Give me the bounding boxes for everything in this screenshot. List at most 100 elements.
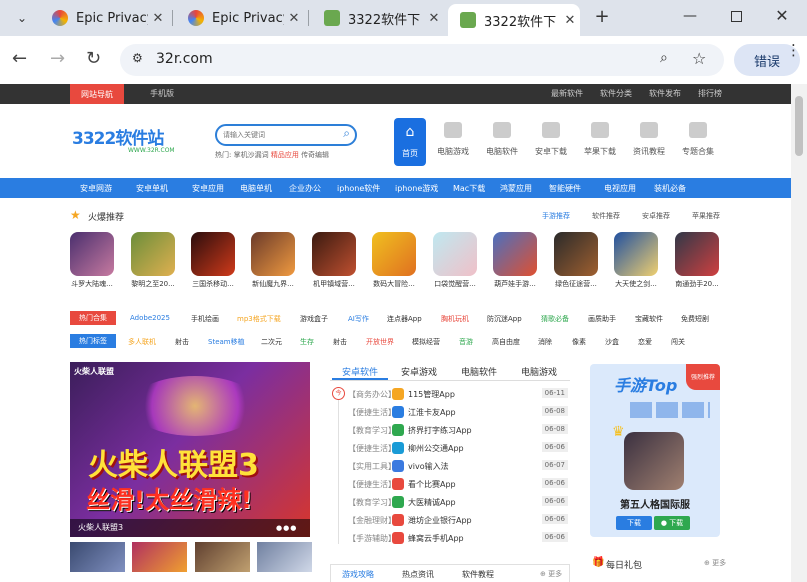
list-tab-pc-games[interactable]: 电脑游戏 xyxy=(521,365,557,378)
cat-link[interactable]: 企业办公 xyxy=(289,183,321,194)
bookmark-star-icon[interactable]: ☆ xyxy=(692,49,706,68)
app-item[interactable]: 大天使之剑... xyxy=(613,232,659,289)
hot-term[interactable]: 精品应用 xyxy=(271,151,299,159)
gift-more-link[interactable]: ⊕ 更多 xyxy=(704,558,726,568)
site-nav-tag[interactable]: 网站导航 xyxy=(70,84,124,104)
tag-link[interactable]: 开放世界 xyxy=(366,337,394,347)
android-download-button[interactable]: ● 下载 xyxy=(654,516,690,530)
menu-icon[interactable]: ⋮ xyxy=(786,43,801,58)
tag-link[interactable]: 消除 xyxy=(538,337,552,347)
forward-button[interactable]: → xyxy=(50,48,65,69)
hot-tab-android[interactable]: 安卓推荐 xyxy=(642,211,670,221)
hot-tab-apple[interactable]: 苹果推荐 xyxy=(692,211,720,221)
tag-link[interactable]: 宝藏软件 xyxy=(635,314,663,324)
cat-link[interactable]: 鸿蒙应用 xyxy=(500,183,532,194)
close-icon[interactable]: ✕ xyxy=(148,11,168,26)
scrollbar-thumb[interactable] xyxy=(795,96,803,156)
app-item[interactable]: 数码大冒险... xyxy=(371,232,417,289)
tag-link[interactable]: 闯关 xyxy=(671,337,685,347)
app-item[interactable]: 黎明之至20... xyxy=(130,232,176,289)
more-link[interactable]: ⊕ 更多 xyxy=(540,569,562,579)
nav-topics[interactable]: 专题合集 xyxy=(676,118,720,157)
close-icon[interactable]: ✕ xyxy=(284,11,304,26)
mobile-link[interactable]: 手机版 xyxy=(150,88,174,99)
list-item[interactable]: 【教育学习】 挤界打字练习App 06-08 xyxy=(330,422,570,440)
nav-home[interactable]: ⌂ 首页 xyxy=(394,118,426,166)
cat-link[interactable]: 智能硬件 xyxy=(549,183,581,194)
list-item[interactable]: 【商务办公】 115管理App 06-11 xyxy=(330,386,570,404)
list-item[interactable]: 【手游辅助】 蜂窝云手机App 06-06 xyxy=(330,530,570,548)
cat-link[interactable]: 电视应用 xyxy=(604,183,636,194)
banner-thumb[interactable] xyxy=(257,542,312,572)
top-link-rank[interactable]: 排行榜 xyxy=(698,88,722,99)
list-tab-android-software[interactable]: 安卓软件 xyxy=(342,365,378,378)
tag-link[interactable]: 连点器App xyxy=(387,314,422,324)
address-bar[interactable]: ⚙ 32r.com ⌕ ☆ xyxy=(120,44,724,76)
banner-thumb[interactable] xyxy=(70,542,125,572)
tag-link[interactable]: 音游 xyxy=(459,337,473,347)
minimize-button[interactable]: — xyxy=(680,8,700,28)
page-scrollbar[interactable] xyxy=(791,84,807,582)
tab-software-tutorials[interactable]: 软件教程 xyxy=(462,569,494,580)
tag-link[interactable]: 像素 xyxy=(572,337,586,347)
tag-link[interactable]: 沙盒 xyxy=(605,337,619,347)
tag-link[interactable]: 二次元 xyxy=(261,337,282,347)
new-tab-button[interactable]: + xyxy=(592,6,612,30)
app-item[interactable]: 机甲镇域营... xyxy=(311,232,357,289)
cat-link[interactable]: 安卓单机 xyxy=(136,183,168,194)
tab-game-guides[interactable]: 游戏攻略 xyxy=(342,569,374,580)
cat-link[interactable]: 电脑单机 xyxy=(240,183,272,194)
tag-link[interactable]: 模拟经营 xyxy=(412,337,440,347)
tag-link[interactable]: 胸机玩机 xyxy=(441,314,469,324)
cat-link[interactable]: 安卓网游 xyxy=(80,183,112,194)
top-link-category[interactable]: 软件分类 xyxy=(600,88,632,99)
nav-pc-games[interactable]: 电脑游戏 xyxy=(431,118,475,157)
tab-hot-news[interactable]: 热点资讯 xyxy=(402,569,434,580)
list-item[interactable]: 【实用工具】 vivo输入法 06-07 xyxy=(330,458,570,476)
site-info-icon[interactable]: ⚙ xyxy=(132,51,143,65)
game-name[interactable]: 第五人格国际服 xyxy=(590,496,720,511)
list-item[interactable]: 【便捷生活】 看个比赛App 06-06 xyxy=(330,476,570,494)
ios-download-button[interactable]: 下载 xyxy=(616,516,652,530)
maximize-button[interactable] xyxy=(726,8,746,28)
app-item[interactable]: 新仙魔九界... xyxy=(250,232,296,289)
cat-link[interactable]: iphone游戏 xyxy=(395,183,438,194)
banner-thumb[interactable] xyxy=(132,542,187,572)
tag-link[interactable]: 防沉迷App xyxy=(487,314,522,324)
search-icon[interactable]: ⌕ xyxy=(343,126,350,141)
tag-link[interactable]: 射击 xyxy=(175,337,189,347)
browser-tab-4-active[interactable]: 3322软件下 ✕ xyxy=(448,4,580,36)
nav-news[interactable]: 资讯教程 xyxy=(627,118,671,157)
app-item[interactable]: 南通劲手20... xyxy=(674,232,720,289)
zoom-icon[interactable]: ⌕ xyxy=(660,50,668,66)
app-item[interactable]: 三国杀移动... xyxy=(190,232,236,289)
tag-link[interactable]: 恋爱 xyxy=(638,337,652,347)
back-button[interactable]: ← xyxy=(12,48,27,69)
banner-thumb[interactable] xyxy=(195,542,250,572)
tag-link[interactable]: 游戏盒子 xyxy=(300,314,328,324)
tag-link[interactable]: AI写作 xyxy=(348,314,369,324)
close-window-button[interactable]: ✕ xyxy=(772,6,792,26)
cat-link[interactable]: Mac下载 xyxy=(453,183,485,194)
search-input[interactable] xyxy=(223,126,339,145)
site-logo[interactable]: 3322软件站 WWW.32R.COM xyxy=(72,124,192,158)
url-text[interactable]: 32r.com xyxy=(156,51,213,67)
game-icon[interactable] xyxy=(624,432,684,490)
app-item[interactable]: 葫芦娃手游... xyxy=(492,232,538,289)
list-item[interactable]: 【便捷生活】 江淮卡友App 06-08 xyxy=(330,404,570,422)
tag-link[interactable]: 生存 xyxy=(300,337,314,347)
list-item[interactable]: 【金融理财】 潍坊企业银行App 06-06 xyxy=(330,512,570,530)
close-icon[interactable]: ✕ xyxy=(424,11,444,26)
top-link-latest[interactable]: 最新软件 xyxy=(551,88,583,99)
nav-pc-software[interactable]: 电脑软件 xyxy=(480,118,524,157)
cat-link[interactable]: 装机必备 xyxy=(654,183,686,194)
browser-tab-1[interactable]: Epic Privacy ✕ xyxy=(40,4,168,32)
browser-tab-2[interactable]: Epic Privacy ✕ xyxy=(176,4,304,32)
hot-tab-software[interactable]: 软件推荐 xyxy=(592,211,620,221)
app-item[interactable]: 绿色征途营... xyxy=(553,232,599,289)
hot-term[interactable]: 传奇编辑 xyxy=(301,151,329,159)
tag-link[interactable]: 猜歌必备 xyxy=(541,314,569,324)
feature-banner[interactable]: 火柴人联盟 火柴人联盟3 丝滑!太丝滑辣! 火柴人联盟3 ●●● xyxy=(70,362,310,537)
list-item[interactable]: 【便捷生活】 柳州公交通App 06-06 xyxy=(330,440,570,458)
tag-link[interactable]: 高自由度 xyxy=(492,337,520,347)
